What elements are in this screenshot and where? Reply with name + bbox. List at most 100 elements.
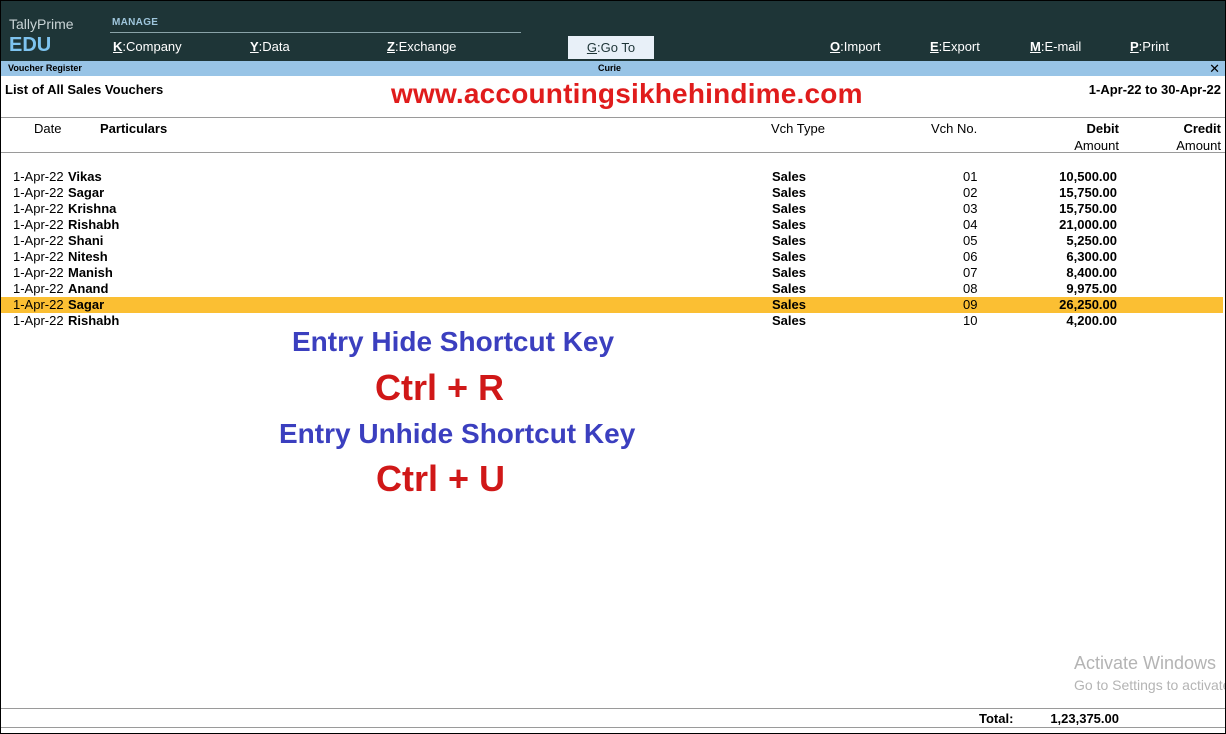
table-row[interactable]: 1-Apr-22 Shani Sales 05 5,250.00 <box>1 233 1223 249</box>
menu-label: Export <box>942 39 980 54</box>
menu-label: Data <box>262 39 290 54</box>
report-title-bar: Voucher Register Curie ✕ <box>1 61 1225 76</box>
app-name: TallyPrime <box>9 16 74 32</box>
menu-import[interactable]: O:Import <box>830 39 881 54</box>
row-vch-no: 07 <box>963 265 978 280</box>
row-date: 1-Apr-22 <box>13 169 64 184</box>
row-date: 1-Apr-22 <box>13 313 64 328</box>
row-vch-no: 05 <box>963 233 978 248</box>
menu-key: K <box>113 39 123 54</box>
row-debit: 4,200.00 <box>1066 313 1117 328</box>
header-divider-top <box>1 117 1225 118</box>
menu-label: Import <box>843 39 881 54</box>
total-label: Total: <box>979 711 1014 726</box>
row-particulars: Vikas <box>68 169 102 184</box>
table-row[interactable]: 1-Apr-22 Vikas Sales 01 10,500.00 <box>1 169 1223 185</box>
row-vch-no: 06 <box>963 249 978 264</box>
table-row[interactable]: 1-Apr-22 Anand Sales 08 9,975.00 <box>1 281 1223 297</box>
menu-print[interactable]: P:Print <box>1130 39 1169 54</box>
hide-shortcut-title: Entry Hide Shortcut Key <box>292 326 615 357</box>
menu-key: E <box>930 39 939 54</box>
row-particulars: Rishabh <box>68 217 120 232</box>
row-date: 1-Apr-22 <box>13 249 64 264</box>
row-date: 1-Apr-22 <box>13 217 64 232</box>
table-row[interactable]: 1-Apr-22 Krishna Sales 03 15,750.00 <box>1 201 1223 217</box>
row-particulars: Sagar <box>68 185 105 200</box>
activate-windows-title: Activate Windows <box>1074 653 1217 673</box>
row-particulars: Sagar <box>68 297 105 312</box>
menu-key: M <box>1030 39 1041 54</box>
report-name: Voucher Register <box>8 63 82 73</box>
row-debit: 6,300.00 <box>1066 249 1117 264</box>
row-date: 1-Apr-22 <box>13 201 64 216</box>
column-header-credit-amount: Amount <box>1176 138 1221 153</box>
row-debit: 26,250.00 <box>1059 297 1117 312</box>
menu-company[interactable]: K:Company <box>113 39 182 54</box>
unhide-shortcut-title: Entry Unhide Shortcut Key <box>279 418 636 449</box>
footer-divider <box>1 708 1225 709</box>
company-name: Curie <box>598 63 622 73</box>
row-vch-type: Sales <box>772 169 806 184</box>
row-vch-no: 04 <box>963 217 978 232</box>
activate-windows-subtitle: Go to Settings to activate Windows. <box>1074 677 1226 693</box>
row-vch-no: 10 <box>963 313 978 328</box>
row-particulars: Manish <box>68 265 113 280</box>
row-particulars: Krishna <box>68 201 117 216</box>
row-date: 1-Apr-22 <box>13 185 64 200</box>
row-particulars: Anand <box>68 281 109 296</box>
row-particulars: Rishabh <box>68 313 120 328</box>
row-date: 1-Apr-22 <box>13 265 64 280</box>
menu-data[interactable]: Y:Data <box>250 39 290 54</box>
column-header-debit-amount: Amount <box>1074 138 1119 153</box>
unhide-shortcut-keys: Ctrl + U <box>376 458 506 499</box>
row-date: 1-Apr-22 <box>13 233 64 248</box>
table-row[interactable]: 1-Apr-22 Sagar Sales 09 26,250.00 <box>1 297 1223 313</box>
row-vch-type: Sales <box>772 201 806 216</box>
goto-button[interactable]: G:Go To <box>568 36 654 59</box>
row-vch-type: Sales <box>772 217 806 232</box>
tally-window: TallyPrime EDU MANAGE K:Company Y:Data Z… <box>0 0 1226 734</box>
row-debit: 15,750.00 <box>1059 185 1117 200</box>
menu-key: Y <box>250 39 259 54</box>
row-vch-no: 03 <box>963 201 978 216</box>
table-row[interactable]: 1-Apr-22 Rishabh Sales 04 21,000.00 <box>1 217 1223 233</box>
row-date: 1-Apr-22 <box>13 281 64 296</box>
column-header-vch-no: Vch No. <box>931 121 978 136</box>
menu-label: E-mail <box>1044 39 1082 54</box>
row-vch-type: Sales <box>772 297 806 312</box>
report-period[interactable]: 1-Apr-22 to 30-Apr-22 <box>1089 82 1221 97</box>
column-header-particulars: Particulars <box>100 121 168 136</box>
row-vch-type: Sales <box>772 249 806 264</box>
manage-divider <box>110 32 521 33</box>
header-divider-bottom <box>1 152 1225 153</box>
row-vch-no: 02 <box>963 185 978 200</box>
table-row[interactable]: 1-Apr-22 Sagar Sales 02 15,750.00 <box>1 185 1223 201</box>
row-vch-no: 01 <box>963 169 978 184</box>
app-edition: EDU <box>9 34 52 56</box>
column-header-credit: Credit <box>1183 121 1221 136</box>
menu-key: Z <box>387 39 395 54</box>
column-header-vch-type: Vch Type <box>771 121 825 136</box>
row-debit: 10,500.00 <box>1059 169 1117 184</box>
row-debit: 9,975.00 <box>1066 281 1117 296</box>
row-debit: 21,000.00 <box>1059 217 1117 232</box>
footer-divider-bottom <box>1 727 1225 728</box>
menu-label: Print <box>1142 39 1170 54</box>
menu-email[interactable]: M:E-mail <box>1030 39 1081 54</box>
row-date: 1-Apr-22 <box>13 297 64 312</box>
row-particulars: Shani <box>68 233 104 248</box>
row-vch-no: 09 <box>963 297 978 312</box>
table-row[interactable]: 1-Apr-22 Nitesh Sales 06 6,300.00 <box>1 249 1223 265</box>
row-particulars: Nitesh <box>68 249 108 264</box>
menu-export[interactable]: E:Export <box>930 39 980 54</box>
report-heading: List of All Sales Vouchers <box>5 82 164 97</box>
table-row[interactable]: 1-Apr-22 Manish Sales 07 8,400.00 <box>1 265 1223 281</box>
menu-exchange[interactable]: Z:Exchange <box>387 39 456 54</box>
close-icon[interactable]: ✕ <box>1209 61 1220 76</box>
manage-section-label: MANAGE <box>112 17 159 28</box>
row-vch-type: Sales <box>772 185 806 200</box>
website-watermark: www.accountingsikhehindime.com <box>391 78 863 109</box>
menu-label: Exchange <box>398 39 457 54</box>
column-header-debit: Debit <box>1086 121 1120 136</box>
row-vch-type: Sales <box>772 313 806 328</box>
